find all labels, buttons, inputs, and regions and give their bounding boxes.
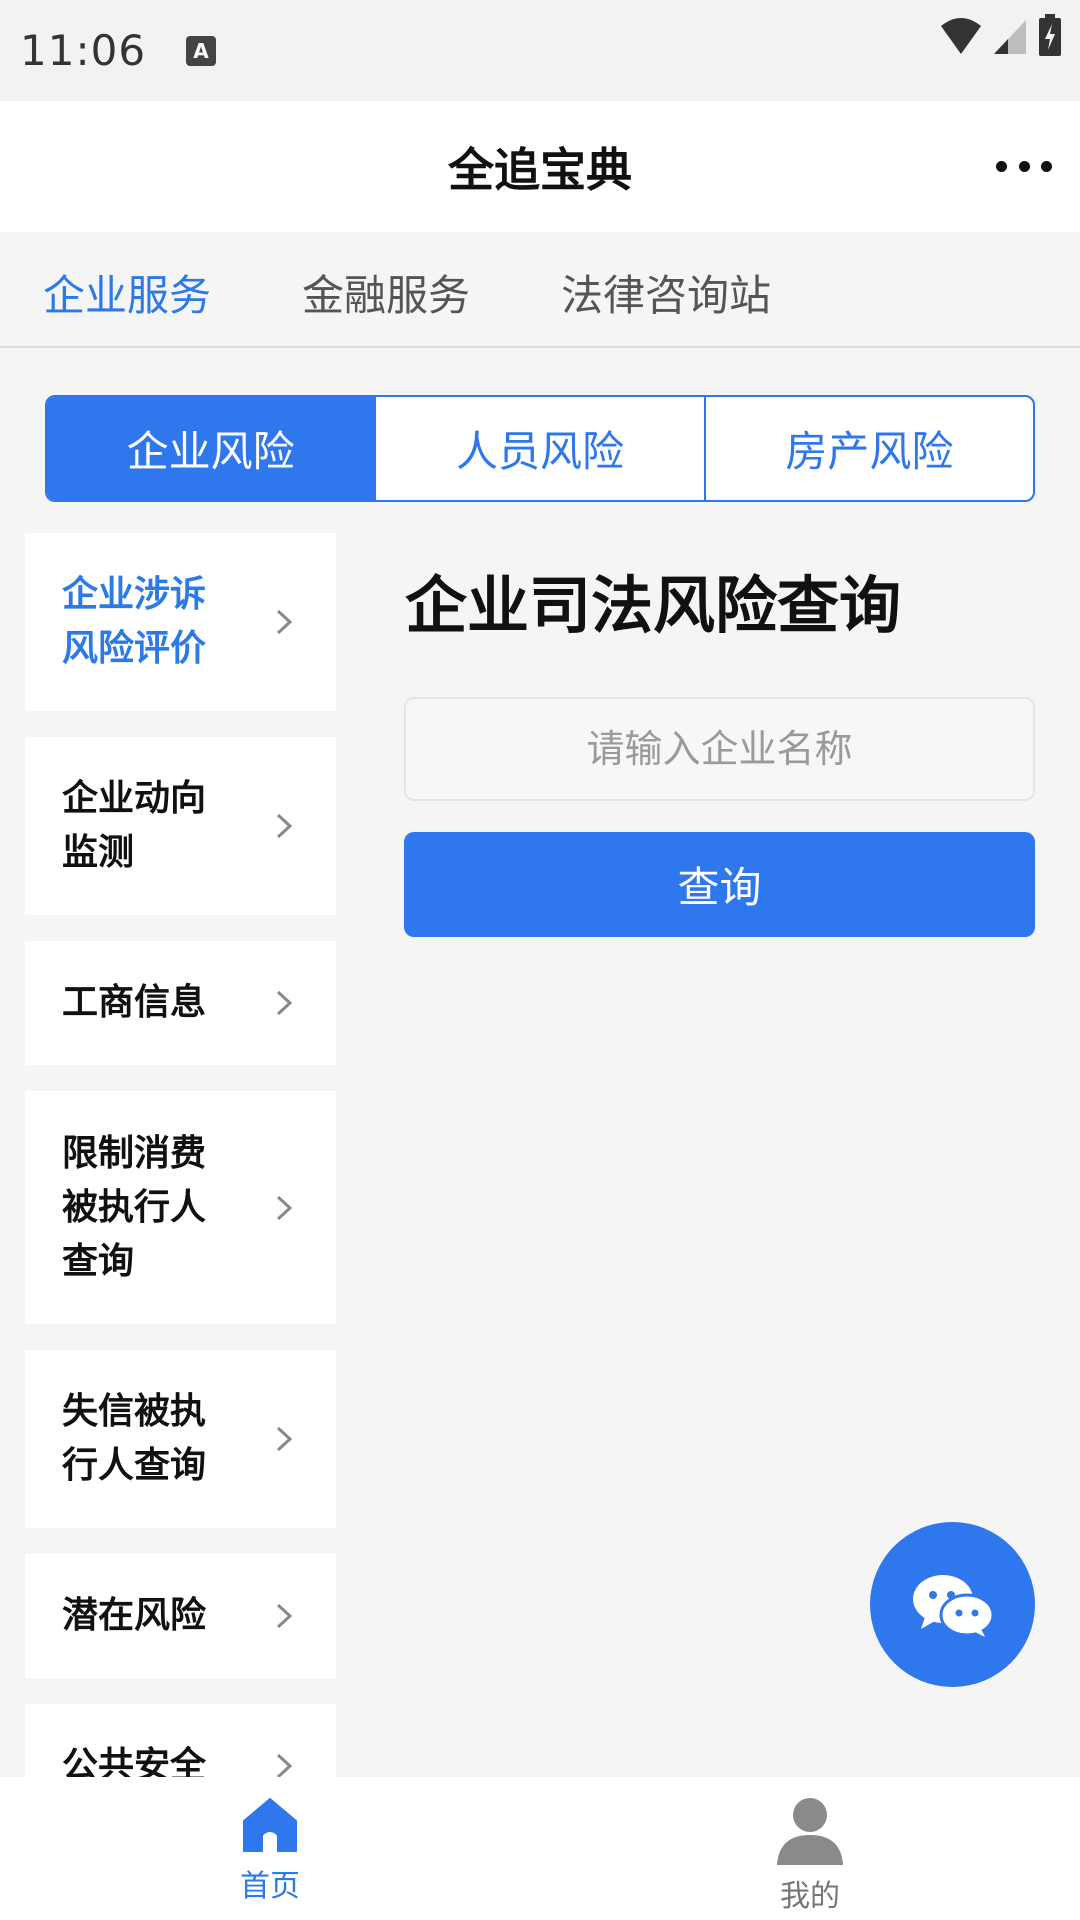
tab-property-risk[interactable]: 房产风险 <box>703 397 1033 500</box>
home-icon <box>243 1798 297 1852</box>
chevron-right-icon <box>276 813 293 839</box>
bottom-nav: 首页 我的 <box>0 1777 1080 1920</box>
nav-home[interactable]: 首页 <box>200 1795 340 1905</box>
chevron-right-icon <box>276 1603 293 1629</box>
sidebar: 企业涉诉风险评价 企业动向监测 工商信息 限制消费被执行人查询 失信被执行人查询… <box>25 533 336 1777</box>
dot <box>996 160 1007 172</box>
signal-icon <box>994 20 1026 54</box>
sidebar-item-label: 潜在风险 <box>62 1595 207 1636</box>
chevron-right-icon <box>276 990 293 1016</box>
nav-home-label: 首页 <box>240 1869 300 1904</box>
nav-mine-label: 我的 <box>780 1879 840 1914</box>
query-button[interactable]: 查询 <box>404 832 1035 937</box>
sidebar-item-potential-risk[interactable]: 潜在风险 <box>25 1554 336 1678</box>
title-bar: 全追宝典 <box>0 101 1080 232</box>
user-icon <box>777 1798 843 1865</box>
page-title: 全追宝典 <box>448 142 632 197</box>
sidebar-item-consumption-limit[interactable]: 限制消费被执行人查询 <box>25 1091 336 1324</box>
wechat-float-button[interactable] <box>870 1522 1035 1687</box>
tab-personnel-risk[interactable]: 人员风险 <box>374 397 703 500</box>
status-bar: 11:06 A <box>0 0 1080 101</box>
sidebar-item-trend-monitor[interactable]: 企业动向监测 <box>25 737 336 915</box>
sidebar-item-label: 公共安全 <box>62 1745 207 1777</box>
nav-mine[interactable]: 我的 <box>740 1795 880 1915</box>
sidebar-item-label: 限制消费被执行人查询 <box>62 1132 207 1282</box>
top-tabs: 企业服务 金融服务 法律咨询站 <box>0 232 1080 348</box>
wechat-icon <box>912 1574 994 1637</box>
dot <box>1041 160 1052 172</box>
sidebar-item-label: 失信被执行人查询 <box>62 1391 207 1486</box>
dot <box>1018 160 1030 172</box>
tab-enterprise-risk[interactable]: 企业风险 <box>47 397 375 500</box>
wifi-icon <box>941 18 981 54</box>
chevron-right-icon <box>276 1195 293 1220</box>
company-name-input[interactable] <box>404 697 1035 801</box>
section-title: 企业司法风险查询 <box>405 569 902 642</box>
sidebar-item-label: 工商信息 <box>62 982 207 1023</box>
notification-icon: A <box>186 35 217 66</box>
chevron-right-icon <box>276 1753 293 1777</box>
chevron-right-icon <box>276 1426 293 1452</box>
status-icons <box>940 14 1062 58</box>
tab-enterprise-service[interactable]: 企业服务 <box>43 262 211 323</box>
risk-segmented-control: 企业风险 人员风险 房产风险 <box>45 395 1035 502</box>
sidebar-item-public-security[interactable]: 公共安全 <box>25 1704 336 1777</box>
sidebar-item-dishonest-debtor[interactable]: 失信被执行人查询 <box>25 1350 336 1528</box>
sidebar-item-label: 企业动向监测 <box>62 778 207 873</box>
tab-financial-service[interactable]: 金融服务 <box>302 262 470 323</box>
sidebar-item-litigation-risk[interactable]: 企业涉诉风险评价 <box>25 533 336 711</box>
battery-icon <box>1039 14 1061 56</box>
sidebar-item-label: 企业涉诉风险评价 <box>62 574 207 669</box>
sidebar-item-business-info[interactable]: 工商信息 <box>25 941 336 1065</box>
chevron-right-icon <box>276 609 293 635</box>
tab-legal-consulting[interactable]: 法律咨询站 <box>561 262 771 323</box>
more-dots-icon[interactable] <box>996 141 1052 191</box>
status-time: 11:06 <box>20 26 147 75</box>
